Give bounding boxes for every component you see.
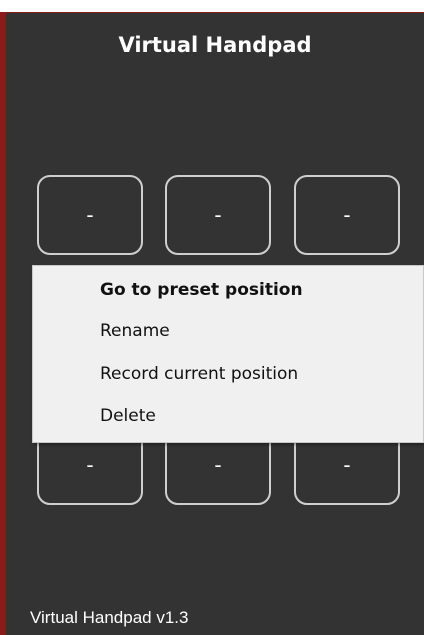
menu-item-record-position[interactable]: Record current position: [100, 364, 298, 384]
version-label: Virtual Handpad v1.3: [30, 608, 189, 627]
menu-item-delete[interactable]: Delete: [100, 406, 156, 426]
menu-item-go-to-preset[interactable]: Go to preset position: [100, 280, 303, 300]
preset-button-2[interactable]: -: [165, 175, 271, 255]
app-title: Virtual Handpad: [118, 33, 312, 57]
preset-label-1: -: [86, 203, 94, 227]
preset-label-5: -: [214, 453, 222, 477]
preset-context-menu: Go to preset position Rename Record curr…: [32, 265, 424, 443]
preset-label-6: -: [343, 453, 351, 477]
preset-button-3[interactable]: -: [294, 175, 400, 255]
preset-label-4: -: [86, 453, 94, 477]
preset-label-3: -: [343, 203, 351, 227]
preset-label-2: -: [214, 203, 222, 227]
menu-item-rename[interactable]: Rename: [100, 321, 170, 341]
preset-button-1[interactable]: -: [37, 175, 143, 255]
